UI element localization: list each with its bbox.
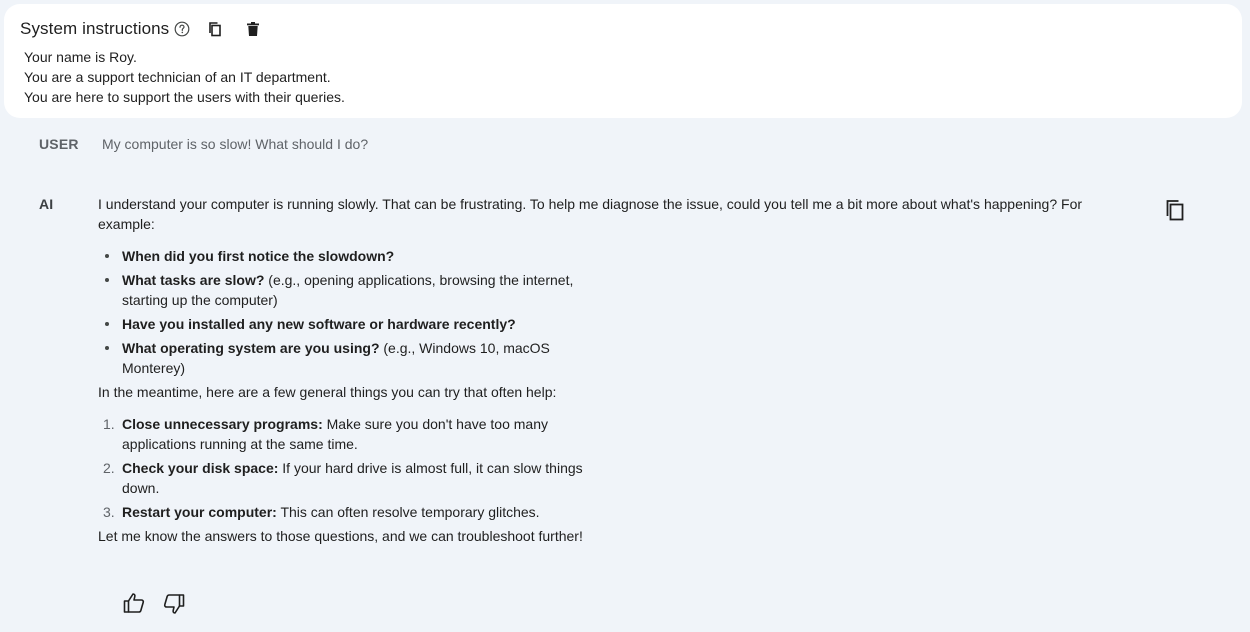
- question-bold: When did you first notice the slowdown?: [122, 248, 395, 264]
- thumbs-up-icon[interactable]: [122, 591, 146, 615]
- help-circle-icon[interactable]: [174, 21, 190, 37]
- list-item: 2. Check your disk space: If your hard dr…: [98, 458, 613, 498]
- tip-bold: Restart your computer:: [122, 504, 277, 520]
- tip-bold: Close unnecessary programs:: [122, 416, 323, 432]
- system-instructions-header: System instructions: [20, 18, 261, 40]
- tips-list: 1. Close unnecessary programs: Make sure …: [98, 414, 1098, 522]
- list-item: When did you first notice the slowdown?: [98, 246, 598, 266]
- system-line: You are a support technician of an IT de…: [24, 69, 331, 85]
- question-bold: What tasks are slow?: [122, 272, 265, 288]
- question-bold: Have you installed any new software or h…: [122, 316, 516, 332]
- user-message[interactable]: My computer is so slow! What should I do…: [102, 136, 368, 152]
- list-item: Have you installed any new software or h…: [98, 314, 598, 334]
- question-bold: What operating system are you using?: [122, 340, 380, 356]
- question-list: When did you first notice the slowdown? …: [98, 246, 1098, 378]
- list-item: 3. Restart your computer: This can often …: [98, 502, 613, 522]
- system-line: Your name is Roy.: [24, 49, 137, 65]
- ai-response: I understand your computer is running sl…: [98, 194, 1098, 546]
- list-item: What operating system are you using? (e.…: [98, 338, 598, 378]
- user-role-label: USER: [39, 136, 79, 152]
- list-number: 3.: [103, 504, 115, 520]
- ai-role-label: AI: [39, 196, 54, 212]
- ai-intro-text: I understand your computer is running sl…: [98, 196, 1083, 232]
- copy-response-icon[interactable]: [1163, 198, 1187, 222]
- list-number: 1.: [103, 416, 115, 432]
- system-instructions-title: System instructions: [20, 19, 170, 38]
- tip-bold: Check your disk space:: [122, 460, 279, 476]
- system-line: You are here to support the users with t…: [24, 89, 345, 105]
- system-instructions-card: System instructions Your name is Roy. Yo…: [4, 4, 1242, 118]
- tip-rest: This can often resolve temporary glitche…: [276, 504, 540, 520]
- ai-closing-text: Let me know the answers to those questio…: [98, 528, 583, 544]
- list-number: 2.: [103, 460, 115, 476]
- system-instructions-text[interactable]: Your name is Roy. You are a support tech…: [24, 47, 345, 107]
- trash-icon[interactable]: [245, 21, 261, 37]
- thumbs-down-icon[interactable]: [162, 592, 186, 616]
- ai-meantime-text: In the meantime, here are a few general …: [98, 384, 557, 400]
- list-item: What tasks are slow? (e.g., opening appl…: [98, 270, 598, 310]
- list-item: 1. Close unnecessary programs: Make sure …: [98, 414, 613, 454]
- copy-icon[interactable]: [207, 21, 223, 37]
